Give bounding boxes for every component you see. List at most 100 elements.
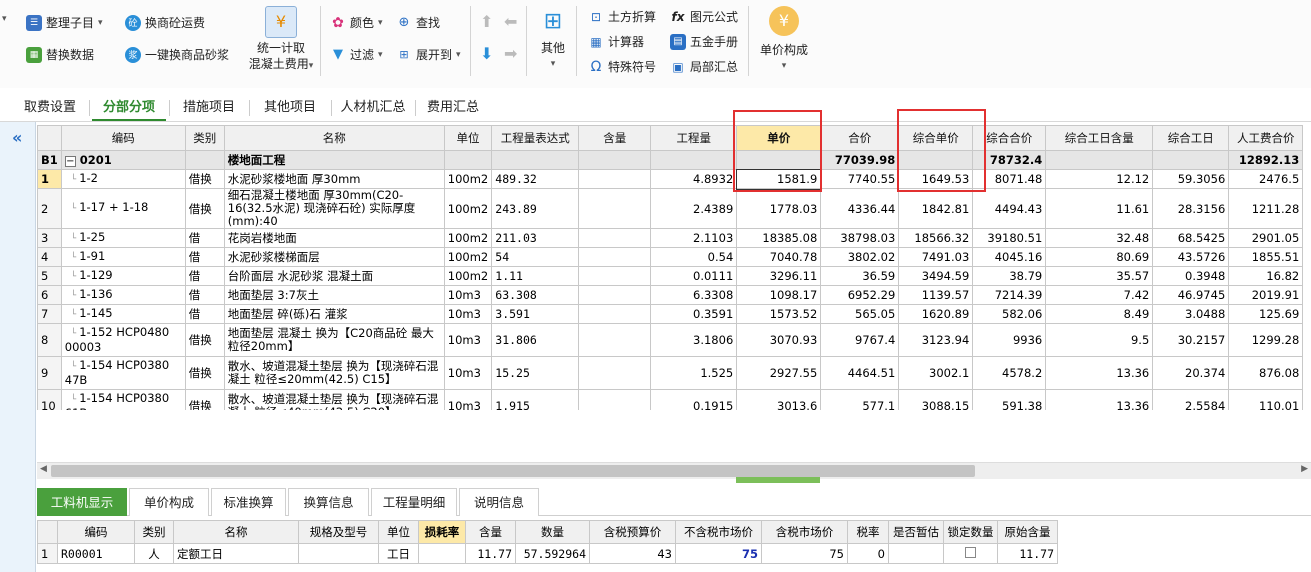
cell-content[interactable] [578,228,652,248]
cell-name[interactable]: 台阶面层 水泥砂浆 混凝土面 [223,266,445,286]
section-cell[interactable] [1045,150,1154,170]
panel-splitter[interactable] [736,477,820,483]
cell-cprice[interactable]: 7491.03 [898,247,974,267]
section-comp-total[interactable]: 78732.4 [972,150,1047,170]
cell-expr[interactable]: 54 [491,247,580,267]
cell-cat[interactable]: 借 [184,304,225,324]
res-col-header-3[interactable]: 名称 [173,520,299,544]
lock-qty-checkbox[interactable] [965,546,976,558]
table-row[interactable]: 4 └ 1-91 借水泥砂浆楼梯面层 100m2 54 0.54 7040.78 3802.02… [37,247,1304,267]
res-col-header-12[interactable]: 税率 [847,520,889,544]
cell-wdt[interactable]: 3.0488 [1152,304,1230,324]
bottom-tab-4[interactable]: 工程量明细 [371,488,457,516]
col-header-9[interactable]: 合价 [820,125,900,151]
res-col-header-15[interactable]: 原始含量 [997,520,1058,544]
cell-ctotal[interactable]: 4578.2 [972,356,1047,390]
section-name[interactable]: 楼地面工程 [223,150,445,170]
cell-total[interactable]: 7740.55 [820,169,900,189]
cell-total[interactable]: 4464.51 [820,356,900,390]
res-cell-est[interactable] [888,543,944,564]
table-row[interactable]: 7 └ 1-145 借地面垫层 碎(砾)石 灌浆 10m3 3.591 0.3591 1573… [37,304,1304,324]
cell-ctotal[interactable]: 4045.16 [972,247,1047,267]
col-header-13[interactable]: 综合工日 [1152,125,1230,151]
cell-wd[interactable]: 32.48 [1045,228,1154,248]
cell-cprice[interactable]: 3494.59 [898,266,974,286]
cell-name[interactable]: 地面垫层 混凝土 换为【C20商品砼 最大粒径20mm】 [223,323,445,357]
cell-code[interactable]: └ 1-91 [60,247,186,267]
res-col-header-6[interactable]: 损耗率 [418,520,466,544]
unit-price-composition-button[interactable]: ¥ 单价构成 ▾ [756,6,812,74]
cell-total[interactable]: 565.05 [820,304,900,324]
table-row[interactable]: 1 └ 1-2 借换 水泥砂浆楼地面 厚30mm 100m2 489.32 4.8932 158… [37,168,1304,190]
cell-code[interactable]: └ 1-154 HCP0380 47B [60,356,186,390]
cell-expr[interactable]: 31.806 [491,323,580,357]
cell-qty[interactable]: 0.3591 [650,304,738,324]
table-row[interactable]: 8 └ 1-152 HCP0480 00003 借换 地面垫层 混凝土 换为【C20商品… [37,323,1304,357]
resource-row[interactable]: 1 R00001 人定额工日 工日 11.77 57.592964 43 75 75 0 11.77 [37,543,1058,564]
cell-cprice[interactable]: 1620.89 [898,304,974,324]
horizontal-scrollbar[interactable]: ◀ ▶ [37,462,1311,479]
cell-expr[interactable]: 63.308 [491,285,580,305]
col-header-6[interactable]: 含量 [578,125,652,151]
section-row[interactable]: B1−0201 楼地面工程 77039.98 78732.4 12892.13 [37,150,1304,170]
scroll-left-icon[interactable]: ◀ [40,464,47,474]
cell-code[interactable]: └ 1-152 HCP0480 00003 [60,323,186,357]
res-col-header-0[interactable] [37,520,58,544]
res-cell-market_ex[interactable]: 75 [675,543,762,564]
section-total[interactable]: 77039.98 [820,150,900,170]
cell-labor[interactable]: 1855.51 [1228,247,1304,267]
col-header-4[interactable]: 单位 [443,125,493,151]
cell-cat[interactable]: 借换 [184,188,225,229]
cell-price[interactable]: 1573.52 [736,304,822,324]
col-header-12[interactable]: 综合工日含量 [1045,125,1154,151]
res-col-header-10[interactable]: 不含税市场价 [675,520,762,544]
cell-expr[interactable]: 3.591 [491,304,580,324]
cell-unit[interactable]: 100m2 [443,266,493,286]
cell-price[interactable]: 18385.08 [736,228,822,248]
col-header-3[interactable]: 名称 [223,125,445,151]
cell-wd[interactable]: 11.61 [1045,188,1154,229]
cell-price[interactable]: 1581.9 [735,168,822,190]
cell-labor[interactable]: 1211.28 [1228,188,1304,229]
table-row[interactable]: 9 └ 1-154 HCP0380 47B 借换 散水、坡道混凝土垫层 换为【现浇碎石混… [37,356,1304,390]
cell-expr[interactable]: 489.32 [491,169,580,189]
cell-labor[interactable]: 2476.5 [1228,169,1304,189]
cell-cat[interactable]: 借 [184,285,225,305]
cell-qty[interactable]: 6.3308 [650,285,738,305]
cell-code[interactable]: └ 1-2 [60,169,186,189]
cell-wdt[interactable]: 43.5726 [1152,247,1230,267]
cell-expr[interactable]: 243.89 [491,188,580,229]
cell-total[interactable]: 36.59 [820,266,900,286]
cell-name[interactable]: 散水、坡道混凝土垫层 换为【现浇碎石混凝土 粒径≤20mm(42.5) C15】 [223,356,445,390]
section-code[interactable]: −0201 [60,150,186,170]
tab-2[interactable]: 措施项目 [172,94,246,121]
res-col-header-13[interactable]: 是否暂估 [888,520,944,544]
cell-ctotal[interactable]: 9936 [972,323,1047,357]
cell-ctotal[interactable]: 39180.51 [972,228,1047,248]
cell-qty[interactable]: 2.4389 [650,188,738,229]
swap-concrete-transport-button[interactable]: 砼换商砼运费 [125,14,205,31]
cell-name[interactable]: 地面垫层 3:7灰土 [223,285,445,305]
cell-qty[interactable]: 1.525 [650,356,738,390]
cell-code[interactable]: └ 1-25 [60,228,186,248]
cell-price[interactable]: 3070.93 [736,323,822,357]
section-cell[interactable] [184,150,225,170]
cell-expr[interactable]: 15.25 [491,356,580,390]
filter-button[interactable]: ▼ 过滤 ▾ [330,46,383,63]
res-col-header-1[interactable]: 编码 [57,520,135,544]
cell-unit[interactable]: 100m2 [443,228,493,248]
cell-unit[interactable]: 10m3 [443,304,493,324]
col-header-0[interactable] [37,125,62,151]
cell-unit[interactable]: 10m3 [443,356,493,390]
cell-wdt[interactable]: 30.2157 [1152,323,1230,357]
scrollbar-thumb[interactable] [51,465,975,477]
cell-total[interactable]: 3802.02 [820,247,900,267]
tab-1[interactable]: 分部分项 [92,94,166,121]
bottom-tab-2[interactable]: 标准换算 [211,488,286,516]
cell-qty[interactable]: 4.8932 [650,169,738,189]
section-cell[interactable] [898,150,974,170]
scroll-right-icon[interactable]: ▶ [1301,464,1308,474]
move-down-icon[interactable]: ⬇ [480,44,493,63]
col-header-7[interactable]: 工程量 [650,125,738,151]
cell-labor[interactable]: 876.08 [1228,356,1304,390]
